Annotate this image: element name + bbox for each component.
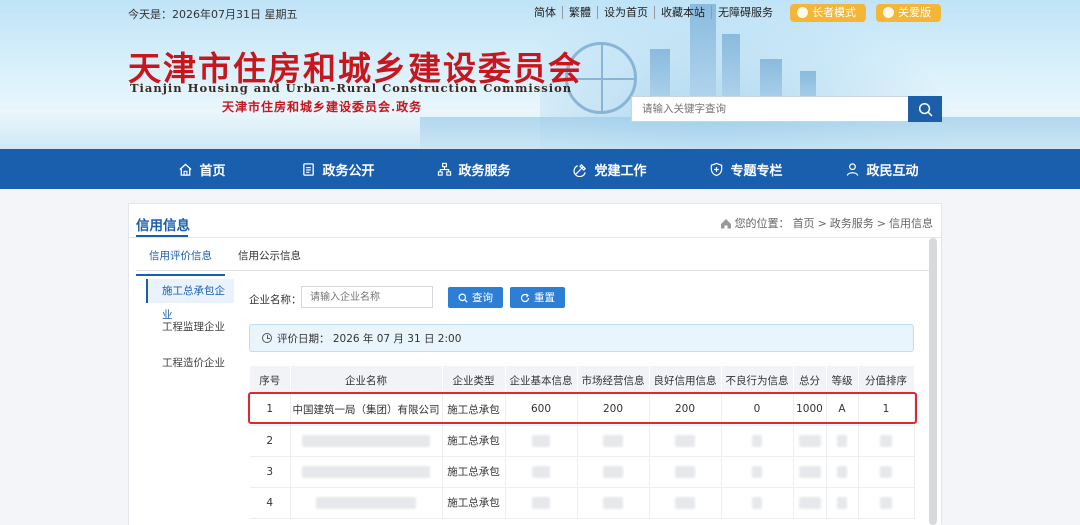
redacted-cell [826, 487, 859, 519]
nav-gov-affairs-open[interactable]: 政务公开 [270, 149, 406, 189]
table-row[interactable]: 3 施工总承包 [250, 456, 915, 488]
enterprise-name-input[interactable] [301, 286, 433, 308]
redacted-cell [858, 425, 915, 457]
top-links: 简体 繁體 设为首页 收藏本站 无障碍服务 [528, 6, 779, 19]
site-subtitle: 天津市住房和城乡建设委员会.政务 [222, 100, 423, 114]
redacted-cell [505, 487, 578, 519]
redacted-cell [290, 456, 443, 488]
col-bad-behavior: 不良行为信息 [721, 366, 794, 394]
nav-special-topics[interactable]: 专题专栏 [678, 149, 814, 189]
redacted-cell [826, 425, 859, 457]
home-icon [179, 162, 193, 176]
redacted-cell [649, 425, 722, 457]
nav-home[interactable]: 首页 [134, 149, 270, 189]
query-button[interactable]: 查询 [448, 287, 503, 308]
redacted-cell [290, 487, 443, 519]
site-search-input[interactable] [631, 96, 909, 122]
site-name-en: Tianjin Housing and Urban-Rural Construc… [130, 81, 573, 95]
col-grade: 等级 [826, 366, 859, 394]
user-icon [847, 162, 859, 176]
table-row[interactable]: 2 施工总承包 [250, 425, 915, 457]
credit-table: 序号 企业名称 企业类型 企业基本信息 市场经营信息 良好信用信息 不良行为信息… [250, 366, 915, 519]
tab-credit-disclosure[interactable]: 信用公示信息 [225, 244, 314, 276]
party-emblem-icon [574, 163, 587, 177]
evaluation-date: 评价日期： 2026 年 07 月 31 日 2:00 [277, 332, 462, 345]
col-rank: 分值排序 [858, 366, 915, 394]
today-date: 今天是：2026年07月31日 星期五 [128, 8, 298, 21]
col-basic-info: 企业基本信息 [505, 366, 578, 394]
link-simplified[interactable]: 简体 [528, 6, 562, 19]
nav-gov-services[interactable]: 政务服务 [406, 149, 542, 189]
redacted-cell [649, 487, 722, 519]
col-enterprise-name: 企业名称 [290, 366, 443, 394]
home-icon [720, 218, 731, 228]
scrollbar[interactable] [929, 238, 937, 525]
refresh-icon [520, 293, 530, 302]
col-market-info: 市场经营信息 [577, 366, 650, 394]
sidebar-item-general-contractor[interactable]: 施工总承包企业 [146, 279, 234, 321]
redacted-cell [721, 425, 794, 457]
care-edition-button[interactable]: 关爱版 [876, 4, 941, 22]
redacted-cell [721, 487, 794, 519]
col-total-score: 总分 [793, 366, 827, 394]
nav-party-building[interactable]: 党建工作 [542, 149, 678, 189]
page-title: 信用信息 [136, 218, 190, 234]
header-banner: 今天是：2026年07月31日 星期五 简体 繁體 设为首页 收藏本站 无障碍服… [0, 0, 1080, 149]
redacted-cell [577, 425, 650, 457]
redacted-cell [793, 487, 827, 519]
redacted-cell [793, 456, 827, 488]
search-icon [458, 293, 468, 303]
table-row[interactable]: 1 中国建筑一局（集团）有限公司 施工总承包 600 200 200 0 100… [250, 394, 915, 426]
breadcrumb-gov-services[interactable]: 政务服务 [830, 215, 874, 231]
main-nav: 首页 政务公开 政务服务 党建工作 专题专栏 政民互动 [0, 149, 1080, 189]
tab-credit-evaluation[interactable]: 信用评价信息 [136, 244, 225, 276]
info-tabs: 信用评价信息 信用公示信息 [136, 244, 314, 276]
redacted-cell [858, 456, 915, 488]
elder-mode-button[interactable]: 长者模式 [790, 4, 866, 22]
redacted-cell [649, 456, 722, 488]
org-chart-icon [438, 162, 452, 176]
nav-public-interaction[interactable]: 政民互动 [814, 149, 950, 189]
col-enterprise-type: 企业类型 [442, 366, 506, 394]
site-search-button[interactable] [908, 96, 942, 122]
link-bookmark[interactable]: 收藏本站 [654, 6, 711, 19]
evaluation-date-bar: 评价日期： 2026 年 07 月 31 日 2:00 [249, 324, 914, 352]
redacted-cell [577, 487, 650, 519]
reset-button[interactable]: 重置 [510, 287, 565, 308]
clock-icon [262, 333, 272, 343]
credit-info-panel: 信用信息 您的位置： 首页 > 政务服务 > 信用信息 信用评价信息 信用公示信… [128, 203, 942, 525]
link-accessibility[interactable]: 无障碍服务 [711, 6, 779, 19]
shield-plus-icon [711, 162, 723, 176]
document-icon [303, 162, 315, 176]
col-index: 序号 [250, 366, 291, 394]
enterprise-name-label: 企业名称： [249, 294, 302, 306]
redacted-cell [721, 456, 794, 488]
redacted-cell [793, 425, 827, 457]
redacted-cell [826, 456, 859, 488]
care-icon [883, 7, 894, 18]
redacted-cell [505, 456, 578, 488]
redacted-cell [290, 425, 443, 457]
redacted-cell [505, 425, 578, 457]
breadcrumb: 您的位置： 首页 > 政务服务 > 信用信息 [720, 215, 933, 231]
sidebar-item-cost-consulting[interactable]: 工程造价企业 [146, 351, 234, 375]
breadcrumb-home[interactable]: 首页 [793, 215, 815, 231]
search-icon [918, 102, 932, 116]
table-row[interactable]: 4 施工总承包 [250, 487, 915, 519]
link-traditional[interactable]: 繁體 [562, 6, 597, 19]
link-set-homepage[interactable]: 设为首页 [597, 6, 654, 19]
col-good-credit: 良好信用信息 [649, 366, 722, 394]
enterprise-name-cell[interactable]: 中国建筑一局（集团）有限公司 [290, 394, 443, 426]
redacted-cell [858, 487, 915, 519]
breadcrumb-credit-info[interactable]: 信用信息 [889, 215, 933, 231]
table-header-row: 序号 企业名称 企业类型 企业基本信息 市场经营信息 良好信用信息 不良行为信息… [250, 366, 915, 394]
sidebar-item-supervision[interactable]: 工程监理企业 [146, 315, 234, 339]
redacted-cell [577, 456, 650, 488]
elder-icon [797, 7, 808, 18]
enterprise-type-sidebar: 施工总承包企业 工程监理企业 工程造价企业 [146, 279, 234, 387]
